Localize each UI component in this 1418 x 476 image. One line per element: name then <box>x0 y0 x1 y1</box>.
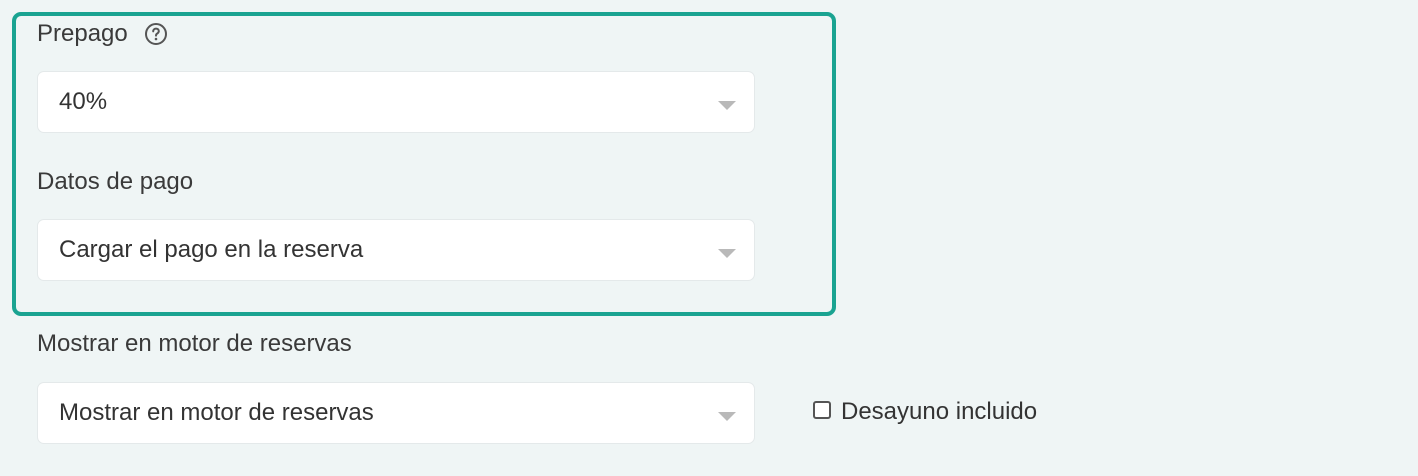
chevron-down-icon <box>718 249 736 258</box>
desayuno-checkbox[interactable] <box>813 401 831 419</box>
motor-reservas-select[interactable]: Mostrar en motor de reservas <box>37 382 755 444</box>
prepago-select[interactable]: 40% <box>37 71 755 133</box>
prepago-selected-value: 40% <box>59 88 108 115</box>
prepago-label: Prepago <box>37 20 128 47</box>
question-circle-icon[interactable] <box>144 22 168 46</box>
datos-pago-selected-value: Cargar el pago en la reserva <box>59 236 364 263</box>
motor-reservas-selected-value: Mostrar en motor de reservas <box>59 399 374 426</box>
datos-pago-label: Datos de pago <box>37 168 194 195</box>
desayuno-label: Desayuno incluido <box>841 398 1038 425</box>
datos-pago-select[interactable]: Cargar el pago en la reserva <box>37 219 755 281</box>
motor-reservas-label: Mostrar en motor de reservas <box>37 330 352 357</box>
chevron-down-icon <box>718 412 736 421</box>
chevron-down-icon <box>718 101 736 110</box>
desayuno-checkbox-row[interactable]: Desayuno incluido <box>813 396 1037 428</box>
